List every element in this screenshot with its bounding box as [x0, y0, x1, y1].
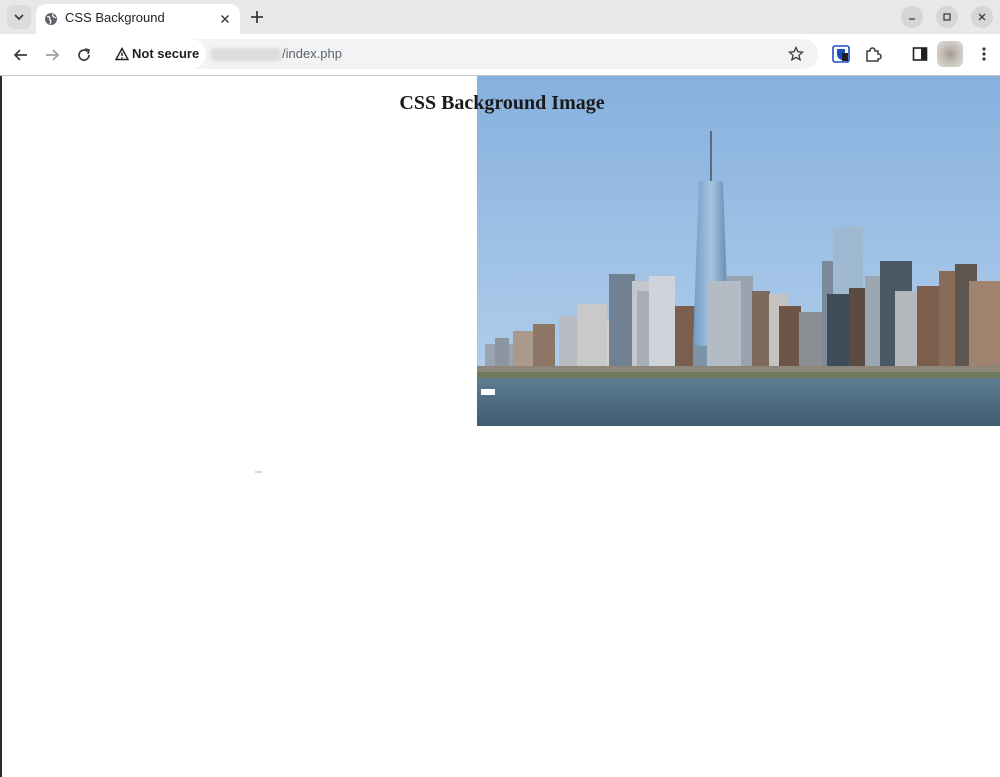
- chevron-down-icon: [14, 14, 24, 21]
- tab-title: CSS Background: [65, 10, 165, 25]
- bitwarden-icon: [832, 45, 850, 63]
- avatar[interactable]: [937, 41, 963, 67]
- skyline-image: [477, 76, 1000, 426]
- bitwarden-extension-button[interactable]: [831, 44, 851, 64]
- minimize-button[interactable]: [901, 6, 923, 28]
- close-icon: [978, 13, 986, 21]
- side-panel-button[interactable]: [910, 44, 930, 64]
- forward-button[interactable]: [42, 45, 62, 65]
- back-arrow-icon: [13, 49, 27, 61]
- maximize-button[interactable]: [936, 6, 958, 28]
- puzzle-icon: [866, 47, 882, 62]
- reload-button[interactable]: [74, 45, 94, 65]
- tab-active[interactable]: CSS Background: [36, 4, 240, 34]
- security-label: Not secure: [132, 46, 200, 61]
- close-icon[interactable]: [218, 12, 232, 26]
- page-title: CSS Background Image: [399, 92, 605, 114]
- extensions-button[interactable]: [863, 44, 883, 64]
- tab-strip: CSS Background: [0, 0, 1000, 34]
- globe-icon: [45, 13, 57, 25]
- back-button[interactable]: [11, 45, 31, 65]
- plus-icon[interactable]: [249, 9, 265, 25]
- url-host-redacted: [211, 48, 281, 61]
- close-window-button[interactable]: [971, 6, 993, 28]
- forward-arrow-icon: [46, 49, 60, 61]
- tab-search-button[interactable]: [7, 5, 31, 29]
- warning-triangle-icon: [115, 47, 129, 61]
- browser-toolbar: Not secure /index.php: [0, 34, 1000, 76]
- menu-button[interactable]: [974, 44, 994, 64]
- side-panel-icon: [912, 47, 928, 61]
- maximize-icon: [943, 13, 951, 21]
- divider: [255, 471, 262, 473]
- address-bar[interactable]: Not secure /index.php: [106, 39, 818, 69]
- city-skyline-photo: [477, 76, 1000, 426]
- page-viewport: CSS Background Image: [0, 76, 1000, 777]
- star-icon[interactable]: [788, 46, 804, 62]
- url-path: /index.php: [282, 46, 342, 61]
- reload-icon: [78, 48, 91, 61]
- kebab-menu-icon: [982, 47, 986, 61]
- site-info-chip[interactable]: Not secure: [106, 39, 206, 69]
- minimize-icon: [909, 18, 915, 20]
